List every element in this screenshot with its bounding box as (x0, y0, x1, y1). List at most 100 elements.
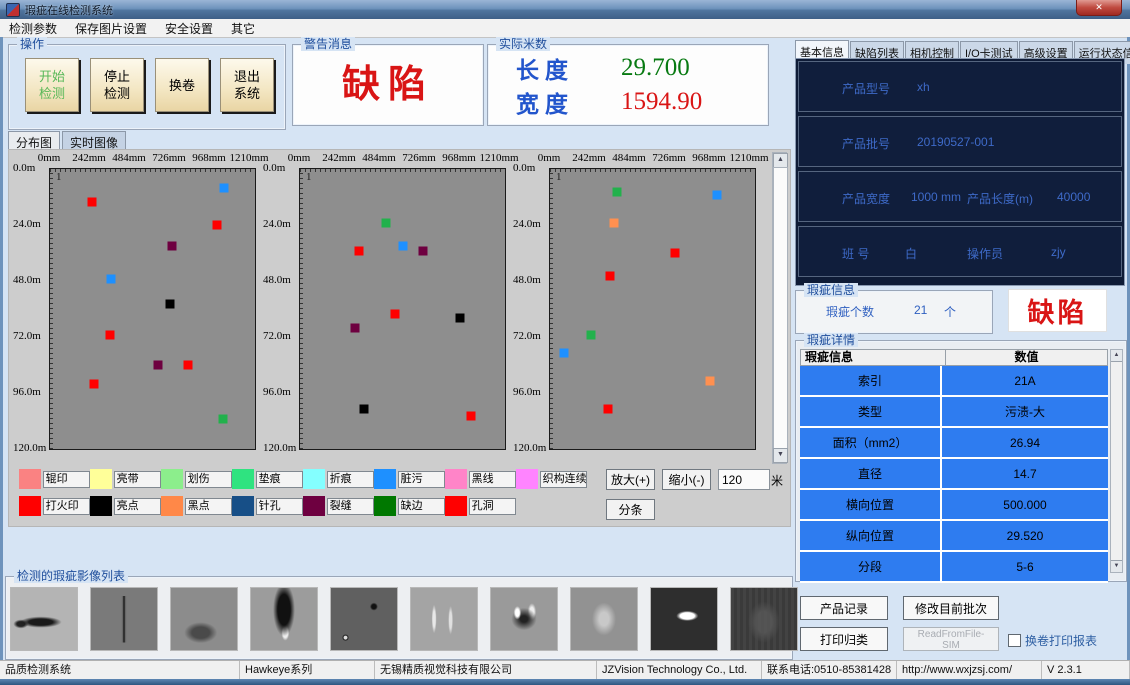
defect-thumbnail-8[interactable] (650, 587, 718, 651)
legend-swatch (445, 469, 467, 489)
defect-thumbnail-9[interactable] (730, 587, 798, 651)
detail-table-row[interactable]: 直径14.7 (800, 459, 1108, 490)
legend-label: 裂缝 (327, 498, 374, 515)
op-button-3[interactable]: 退出系统 (220, 58, 274, 112)
x-tick-label: 968mm (192, 152, 226, 164)
defect-marker[interactable] (609, 218, 618, 227)
op-button-0[interactable]: 开始检测 (25, 58, 79, 112)
split-button[interactable]: 分条 (606, 499, 655, 520)
defect-marker[interactable] (168, 242, 177, 251)
defect-detail-groupbox: 瑕疵详情 瑕疵信息 数值 索引21A类型污渍-大面积（mm2）26.94直径14… (795, 340, 1127, 582)
status-segment-3: JZVision Technology Co., Ltd. (597, 661, 762, 679)
plots-scrollbar[interactable]: ▲ ▼ (772, 152, 787, 464)
defect-marker[interactable] (381, 218, 390, 227)
read-from-file-button[interactable]: ReadFromFile-SIM (903, 627, 999, 651)
menu-item-3[interactable]: 其它 (222, 19, 264, 38)
defect-marker[interactable] (705, 377, 714, 386)
defect-thumbnail-1[interactable] (90, 587, 158, 651)
defect-thumbnail-3[interactable] (250, 587, 318, 651)
y-tick-label: 120.0m (13, 442, 46, 454)
zoom-out-button[interactable]: 缩小(-) (662, 469, 711, 490)
defect-marker[interactable] (107, 274, 116, 283)
menu-item-2[interactable]: 安全设置 (156, 19, 222, 38)
scatter-plot-1: 0mm242mm484mm726mm968mm1210mm0.0m24.0m48… (11, 152, 259, 466)
defect-marker[interactable] (586, 330, 595, 339)
defect-marker[interactable] (212, 221, 221, 230)
defect-marker[interactable] (670, 249, 679, 258)
status-segment-1: Hawkeye系列 (240, 661, 375, 679)
menu-item-1[interactable]: 保存图片设置 (66, 19, 156, 38)
window-border-left (0, 37, 3, 679)
defect-marker[interactable] (712, 190, 721, 199)
defect-thumbnail-0[interactable] (10, 587, 78, 651)
defect-marker[interactable] (350, 323, 359, 332)
defect-marker[interactable] (354, 246, 363, 255)
legend-item: 针孔 (232, 496, 303, 516)
defect-marker[interactable] (467, 412, 476, 421)
meters-groupbox: 实际米数 长度 29.700 宽度 1594.90 (487, 44, 769, 126)
defect-marker[interactable] (154, 361, 163, 370)
defect-info-groupbox: 瑕疵信息 瑕疵个数 21 个 (795, 290, 993, 334)
defect-thumbnail-2[interactable] (170, 587, 238, 651)
defect-marker[interactable] (105, 330, 114, 339)
defect-marker[interactable] (455, 314, 464, 323)
product-length-value: 40000 (1057, 190, 1090, 204)
defect-thumbnail-7[interactable] (570, 587, 638, 651)
table-scrollbar[interactable]: ▲ ▼ (1110, 349, 1123, 573)
op-button-1[interactable]: 停止检测 (90, 58, 144, 112)
legend-swatch (161, 469, 183, 489)
scale-input[interactable] (718, 469, 770, 490)
print-report-checkbox[interactable] (1008, 634, 1021, 647)
product-record-button[interactable]: 产品记录 (800, 596, 888, 620)
x-tick-label: 484mm (612, 152, 646, 164)
detail-table-row[interactable]: 面积（mm2）26.94 (800, 428, 1108, 459)
defect-thumbnail-4[interactable] (330, 587, 398, 651)
menu-item-0[interactable]: 检测参数 (0, 19, 66, 38)
defect-marker[interactable] (218, 414, 227, 423)
defect-thumbnail-5[interactable] (410, 587, 478, 651)
defect-thumbnail-6[interactable] (490, 587, 558, 651)
defect-marker[interactable] (165, 300, 174, 309)
scrollbar-thumb[interactable] (773, 167, 788, 451)
detail-table-row[interactable]: 纵向位置29.520 (800, 521, 1108, 552)
legend-swatch (19, 469, 41, 489)
detail-table-row[interactable]: 类型污渍-大 (800, 397, 1108, 428)
defect-marker[interactable] (419, 246, 428, 255)
table-header-value: 数值 (946, 350, 1107, 365)
print-classify-button[interactable]: 打印归类 (800, 627, 888, 651)
detail-table-row[interactable]: 分段5-6 (800, 552, 1108, 583)
x-tick-label: 968mm (442, 152, 476, 164)
plot-area-1[interactable]: 1 (49, 168, 256, 450)
scroll-up-icon[interactable]: ▲ (773, 153, 788, 168)
plot-area-3[interactable]: 1 (549, 168, 756, 450)
defect-marker[interactable] (184, 361, 193, 370)
defect-marker[interactable] (560, 349, 569, 358)
defect-marker[interactable] (89, 379, 98, 388)
y-tick-label: 96.0m (513, 386, 541, 398)
defect-marker[interactable] (605, 272, 614, 281)
legend-item: 打火印 (19, 496, 90, 516)
product-model-row: 产品型号 xh (798, 61, 1122, 112)
detail-table-row[interactable]: 索引21A (800, 366, 1108, 397)
op-button-2[interactable]: 换卷 (155, 58, 209, 112)
legend-label: 黑点 (185, 498, 232, 515)
close-button[interactable]: ✕ (1076, 0, 1122, 16)
defect-marker[interactable] (88, 197, 97, 206)
table-scroll-up-icon[interactable]: ▲ (1111, 350, 1122, 362)
product-model-label: 产品型号 (842, 80, 890, 97)
defect-marker[interactable] (219, 183, 228, 192)
defect-marker[interactable] (359, 405, 368, 414)
defect-marker[interactable] (398, 242, 407, 251)
x-tick-label: 968mm (692, 152, 726, 164)
legend-label: 划伤 (185, 471, 232, 488)
zoom-in-button[interactable]: 放大(+) (606, 469, 655, 490)
defect-marker[interactable] (391, 309, 400, 318)
plot-area-2[interactable]: 1 (299, 168, 506, 450)
defect-marker[interactable] (603, 405, 612, 414)
defect-marker[interactable] (612, 188, 621, 197)
legend-item: 脏污 (374, 469, 445, 489)
detail-table-row[interactable]: 横向位置500.000 (800, 490, 1108, 521)
scroll-down-icon[interactable]: ▼ (773, 448, 788, 463)
modify-batch-button[interactable]: 修改目前批次 (903, 596, 999, 620)
table-scroll-down-icon[interactable]: ▼ (1111, 560, 1122, 572)
